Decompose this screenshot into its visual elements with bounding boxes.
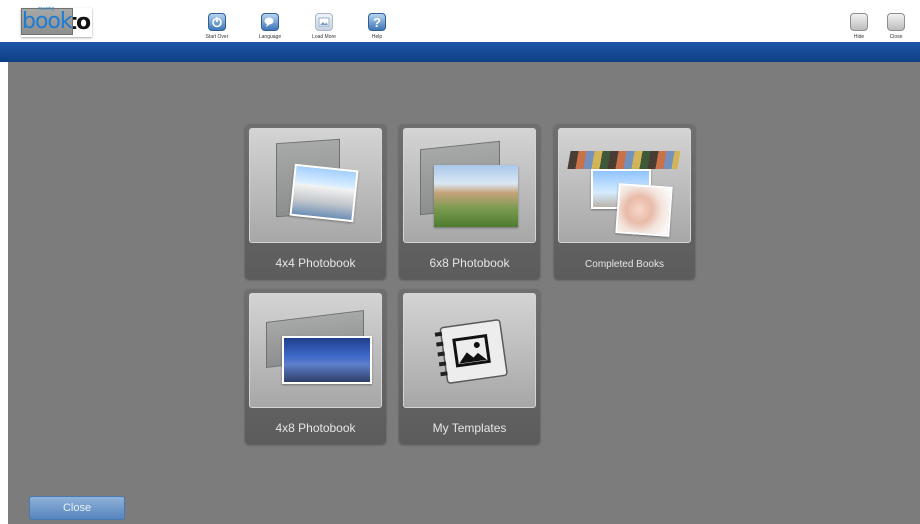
- tile-4x8-image: [249, 293, 382, 408]
- graduation-photo: [282, 336, 372, 384]
- logo-book-text: book: [21, 8, 73, 35]
- logo-superscript: mazing: [38, 6, 55, 12]
- language-label: Language: [258, 34, 282, 40]
- tile-6x8-photobook[interactable]: 6x8 Photobook: [399, 124, 540, 279]
- hide-label: Hide: [853, 34, 865, 40]
- close-window-button[interactable]: Close: [877, 13, 915, 41]
- image-stack-icon: [315, 13, 333, 31]
- tile-templates-image: [403, 293, 536, 408]
- top-toolbar: photobook mazing Start Over Language Loa…: [0, 0, 920, 42]
- tile-label: 6x8 Photobook: [429, 256, 510, 270]
- close-window-label: Close: [889, 34, 903, 40]
- close-button[interactable]: Close: [29, 496, 125, 520]
- help-button[interactable]: ? Help: [358, 13, 396, 41]
- hide-icon: [850, 13, 868, 31]
- family-photo: [434, 165, 518, 227]
- header-bar: [0, 42, 920, 62]
- tile-label: Completed Books: [585, 259, 664, 270]
- close-icon: [887, 13, 905, 31]
- load-more-button[interactable]: Load More: [305, 13, 343, 41]
- hide-button[interactable]: Hide: [840, 13, 878, 41]
- svg-text:?: ?: [373, 15, 381, 30]
- tile-4x4-image: [249, 128, 382, 243]
- cruise-photo: [289, 163, 359, 223]
- baby-photo: [615, 183, 673, 237]
- tile-completed-image: [558, 128, 691, 243]
- chat-icon: [261, 13, 279, 31]
- start-over-button[interactable]: Start Over: [198, 13, 236, 41]
- power-icon: [208, 13, 226, 31]
- photo-strip: [567, 151, 681, 169]
- tile-label: 4x8 Photobook: [275, 421, 356, 435]
- tile-4x8-photobook[interactable]: 4x8 Photobook: [245, 289, 386, 444]
- load-more-label: Load More: [312, 34, 336, 40]
- question-icon: ?: [368, 13, 386, 31]
- help-label: Help: [371, 34, 383, 40]
- tile-4x4-photobook[interactable]: 4x4 Photobook: [245, 124, 386, 279]
- tile-completed-books[interactable]: Completed Books: [554, 124, 695, 279]
- tile-my-templates[interactable]: My Templates: [399, 289, 540, 444]
- tile-label: My Templates: [432, 421, 507, 435]
- tile-label: 4x4 Photobook: [275, 256, 356, 270]
- template-icon: [434, 319, 508, 384]
- language-button[interactable]: Language: [251, 13, 289, 41]
- start-over-label: Start Over: [205, 34, 229, 40]
- tile-6x8-image: [403, 128, 536, 243]
